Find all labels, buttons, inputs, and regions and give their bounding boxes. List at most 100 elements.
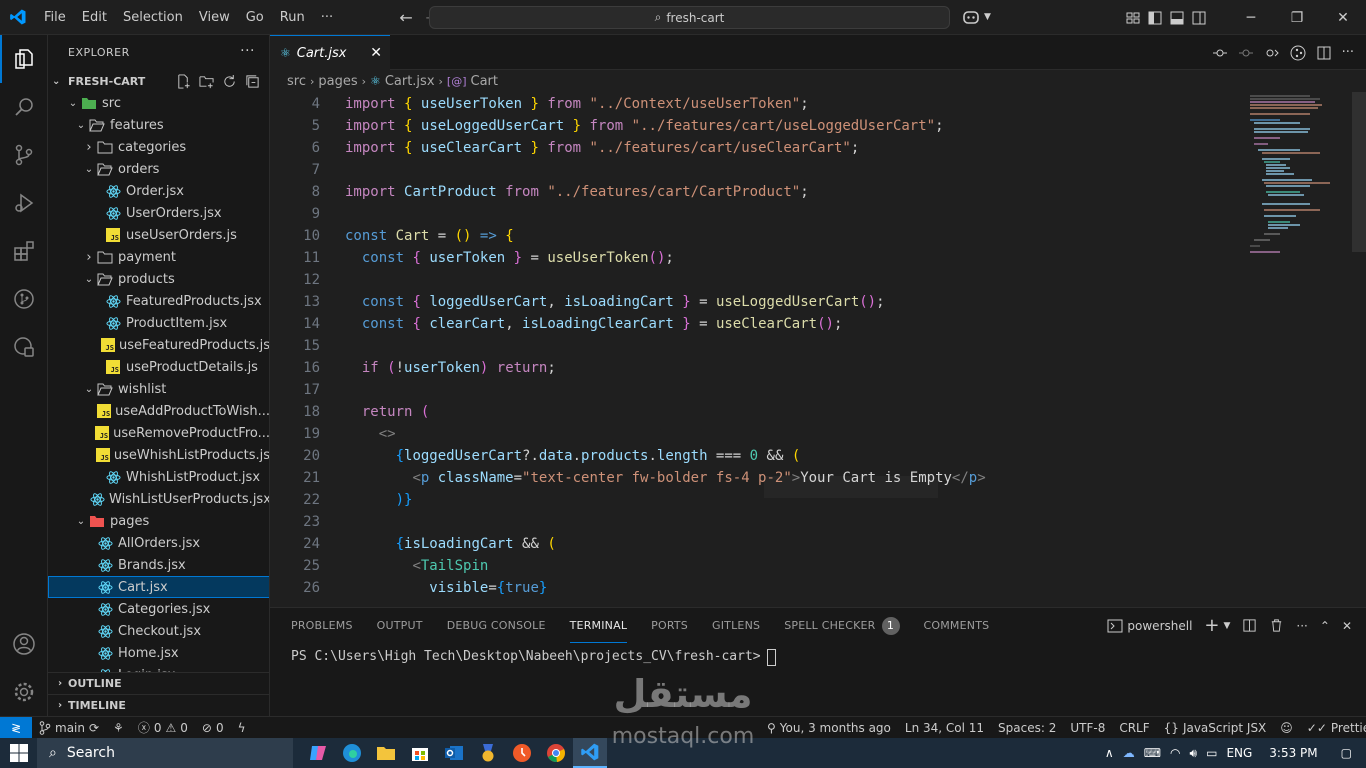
tree-file[interactable]: FeaturedProducts.jsx	[48, 290, 269, 312]
tree-file[interactable]: JS useWhishListProducts.js	[48, 444, 269, 466]
menu-item[interactable]: Selection	[115, 0, 191, 35]
taskbar-search[interactable]: ⌕ Search	[37, 738, 293, 768]
more-actions-icon[interactable]: ···	[240, 43, 255, 59]
microsoft-store-icon[interactable]	[403, 738, 437, 768]
maximize-panel-icon[interactable]: ⌃	[1320, 619, 1330, 633]
tree-file[interactable]: JS useUserOrders.js	[48, 224, 269, 246]
remote-indicator-icon[interactable]: ≷	[0, 716, 32, 739]
search-icon[interactable]	[0, 83, 48, 131]
tree-folder[interactable]: ⌄ features	[48, 114, 269, 136]
code-line[interactable]: 22 )}	[270, 489, 1240, 511]
explorer-icon[interactable]	[0, 35, 48, 83]
code-line[interactable]: 6 import { useClearCart } from "../featur…	[270, 137, 1240, 159]
tab-cart-jsx[interactable]: ⚛ Cart.jsx ✕	[270, 35, 390, 70]
remote-explorer-icon[interactable]	[0, 323, 48, 371]
tree-folder[interactable]: ⌄ pages	[48, 510, 269, 532]
tree-folder[interactable]: › categories	[48, 136, 269, 158]
code-line[interactable]: 20 {loggedUserCart?.data.products.length…	[270, 445, 1240, 467]
tree-folder[interactable]: ⌄ wishlist	[48, 378, 269, 400]
panel-tab-gitlens[interactable]: GITLENS	[712, 608, 760, 643]
indentation[interactable]: Spaces: 2	[991, 721, 1063, 735]
badge-app-icon[interactable]	[471, 738, 505, 768]
copilot-button[interactable]: ▼	[962, 9, 991, 25]
panel-tab-ports[interactable]: PORTS	[651, 608, 688, 643]
tree-file[interactable]: ProductItem.jsx	[48, 312, 269, 334]
tree-file[interactable]: WhishListProduct.jsx	[48, 466, 269, 488]
terminal-output[interactable]: PS C:\Users\High Tech\Desktop\Nabeeh\pro…	[270, 648, 1366, 666]
code-line[interactable]: 24 {isLoadingCart && (	[270, 533, 1240, 555]
run-debug-icon[interactable]	[0, 179, 48, 227]
clock-app-icon[interactable]	[505, 738, 539, 768]
panel-tab-terminal[interactable]: TERMINAL	[569, 608, 628, 643]
menu-item[interactable]: View	[191, 0, 238, 35]
copilot-app-icon[interactable]	[301, 738, 335, 768]
refresh-icon[interactable]	[222, 74, 237, 89]
windows-start-icon[interactable]	[0, 738, 37, 768]
gitlens-inspect-icon[interactable]	[1290, 45, 1306, 61]
tree-folder[interactable]: ⌄ products	[48, 268, 269, 290]
project-root[interactable]: ⌄ FRESH-CART	[48, 70, 269, 92]
code-line[interactable]: 16 if (!userToken) return;	[270, 357, 1240, 379]
toggle-sidebar-icon[interactable]	[1147, 10, 1163, 26]
settings-gear-icon[interactable]	[0, 668, 48, 716]
command-center-search[interactable]: ⌕ fresh-cart	[429, 6, 950, 29]
notifications-icon[interactable]: ▢	[1341, 746, 1352, 760]
code-line[interactable]: 7	[270, 159, 1240, 181]
code-line[interactable]: 18 return (	[270, 401, 1240, 423]
code-line[interactable]: 17	[270, 379, 1240, 401]
tree-file[interactable]: Checkout.jsx	[48, 620, 269, 642]
tree-file[interactable]: WishListUserProducts.jsx	[48, 488, 269, 510]
new-folder-icon[interactable]	[199, 74, 214, 89]
keyboard-icon[interactable]: ⌨	[1144, 746, 1161, 760]
new-terminal-icon[interactable]: +	[1204, 615, 1219, 636]
toggle-panel-icon[interactable]	[1169, 10, 1185, 26]
tree-folder[interactable]: ⌄ orders	[48, 158, 269, 180]
ports-status[interactable]: ⊘ 0	[195, 721, 231, 735]
copilot-status[interactable]: ☺	[1273, 721, 1300, 735]
outline-section[interactable]: › OUTLINE	[48, 672, 269, 694]
breadcrumb-item[interactable]: pages	[318, 74, 357, 89]
tree-folder[interactable]: › payment	[48, 246, 269, 268]
language-indicator[interactable]: ENG	[1226, 746, 1252, 760]
back-arrow-icon[interactable]: ←	[393, 8, 419, 27]
more-actions-icon[interactable]: ···	[1342, 45, 1354, 60]
next-revision-icon[interactable]	[1264, 45, 1280, 61]
chevron-down-icon[interactable]: ▼	[1224, 621, 1231, 631]
code-line[interactable]: 12	[270, 269, 1240, 291]
previous-revision-icon[interactable]	[1238, 45, 1254, 61]
split-editor-icon[interactable]	[1316, 45, 1332, 61]
wifi-icon[interactable]: ◠	[1170, 746, 1180, 760]
tree-file[interactable]: JS useProductDetails.js	[48, 356, 269, 378]
minimize-icon[interactable]: ─	[1228, 0, 1274, 35]
clock[interactable]: 3:53 PM	[1269, 746, 1317, 760]
breadcrumb-item[interactable]: Cart	[471, 74, 499, 89]
tree-file[interactable]: AllOrders.jsx	[48, 532, 269, 554]
chrome-browser-icon[interactable]	[539, 738, 573, 768]
code-line[interactable]: 14 const { clearCart, isLoadingClearCart…	[270, 313, 1240, 335]
menu-item[interactable]: Edit	[74, 0, 115, 35]
tree-file[interactable]: Categories.jsx	[48, 598, 269, 620]
close-tab-icon[interactable]: ✕	[370, 45, 382, 61]
lightning-status[interactable]: ϟ	[231, 721, 253, 735]
end-of-line[interactable]: CRLF	[1112, 721, 1156, 735]
gitlens-icon[interactable]	[0, 275, 48, 323]
file-explorer-icon[interactable]	[369, 738, 403, 768]
menu-item[interactable]: File	[36, 0, 74, 35]
collapse-all-icon[interactable]	[245, 74, 260, 89]
battery-icon[interactable]: ▭	[1206, 746, 1217, 760]
code-line[interactable]: 10 const Cart = () => {	[270, 225, 1240, 247]
language-mode[interactable]: {} JavaScript JSX	[1157, 721, 1274, 735]
outlook-icon[interactable]	[437, 738, 471, 768]
chevron-up-icon[interactable]: ∧	[1105, 746, 1114, 760]
code-line[interactable]: 26 visible={true}	[270, 577, 1240, 599]
menu-item[interactable]: Run	[272, 0, 313, 35]
code-line[interactable]: 19 <>	[270, 423, 1240, 445]
breadcrumb-item[interactable]: Cart.jsx	[385, 74, 435, 89]
source-control-icon[interactable]	[0, 131, 48, 179]
code-line[interactable]: 4 import { useUserToken } from "../Contex…	[270, 93, 1240, 115]
toggle-secondary-sidebar-icon[interactable]	[1191, 10, 1207, 26]
more-actions-icon[interactable]: ···	[1296, 619, 1307, 633]
panel-tab-comments[interactable]: COMMENTS	[924, 608, 990, 643]
extensions-icon[interactable]	[0, 227, 48, 275]
timeline-section[interactable]: › TIMELINE	[48, 694, 269, 716]
